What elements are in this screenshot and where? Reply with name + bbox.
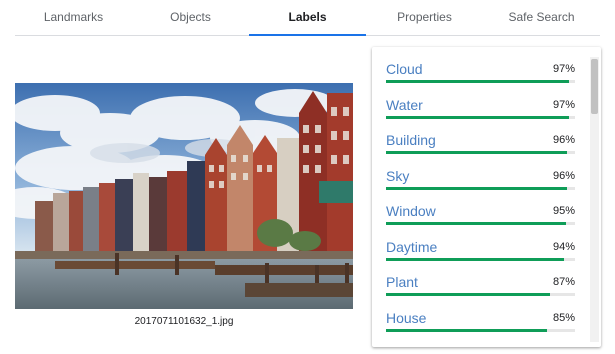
labels-panel: Cloud 97% Water 97% Building 96% Sky 96%… <box>372 47 601 347</box>
analyzed-image <box>15 83 353 309</box>
label-percent: 87% <box>552 276 575 288</box>
score-bar <box>386 115 575 119</box>
scrollbar[interactable] <box>590 57 599 342</box>
score-bar-fill <box>386 115 570 119</box>
tab-objects[interactable]: Objects <box>132 0 249 35</box>
score-bar <box>386 257 575 261</box>
label-percent: 97% <box>552 98 575 111</box>
tab-safe-search[interactable]: Safe Search <box>483 0 600 35</box>
label-percent: 95% <box>552 205 575 217</box>
score-bar-fill <box>386 186 568 190</box>
score-bar-fill <box>386 222 566 225</box>
label-name: Daytime <box>386 238 438 255</box>
score-bar <box>386 328 575 332</box>
label-name: Cloud <box>386 61 423 77</box>
score-bar <box>386 80 575 83</box>
label-percent: 96% <box>552 134 575 146</box>
label-name: Window <box>386 203 436 219</box>
image-filename: 2017071101632_1.jpg <box>134 316 234 327</box>
score-bar <box>386 293 575 296</box>
label-name: Sky <box>386 167 410 184</box>
score-bar-fill <box>386 328 547 332</box>
label-row: Building 96% <box>385 124 575 160</box>
label-row: Cloud 97% <box>385 53 575 89</box>
label-percent: 94% <box>552 240 575 253</box>
scrollbar-thumb[interactable] <box>591 59 598 114</box>
label-percent: 97% <box>552 63 575 75</box>
label-row: House 85% <box>385 302 575 338</box>
score-bar-fill <box>386 80 570 83</box>
score-bar <box>386 186 575 190</box>
tab-bar: Landmarks Objects Labels Properties Safe… <box>15 0 600 36</box>
label-row: Plant 87% <box>385 266 575 302</box>
label-row: Window 95% <box>385 195 575 231</box>
score-bar <box>386 151 575 154</box>
label-row: Water 97% <box>385 89 575 125</box>
label-row: Daytime 94% <box>385 231 575 267</box>
label-percent: 85% <box>552 311 575 324</box>
tab-labels[interactable]: Labels <box>249 0 366 36</box>
labels-list: Cloud 97% Water 97% Building 96% Sky 96%… <box>385 53 575 337</box>
label-row: Sky 96% <box>385 160 575 196</box>
label-name: Plant <box>386 274 418 290</box>
tab-properties[interactable]: Properties <box>366 0 483 35</box>
score-bar <box>386 222 575 225</box>
label-name: Water <box>386 96 423 113</box>
score-bar-fill <box>386 257 564 261</box>
tab-landmarks[interactable]: Landmarks <box>15 0 132 35</box>
label-name: Building <box>386 132 436 148</box>
score-bar-fill <box>386 293 551 296</box>
label-percent: 96% <box>552 169 575 182</box>
score-bar-fill <box>386 151 568 154</box>
label-name: House <box>386 309 427 326</box>
